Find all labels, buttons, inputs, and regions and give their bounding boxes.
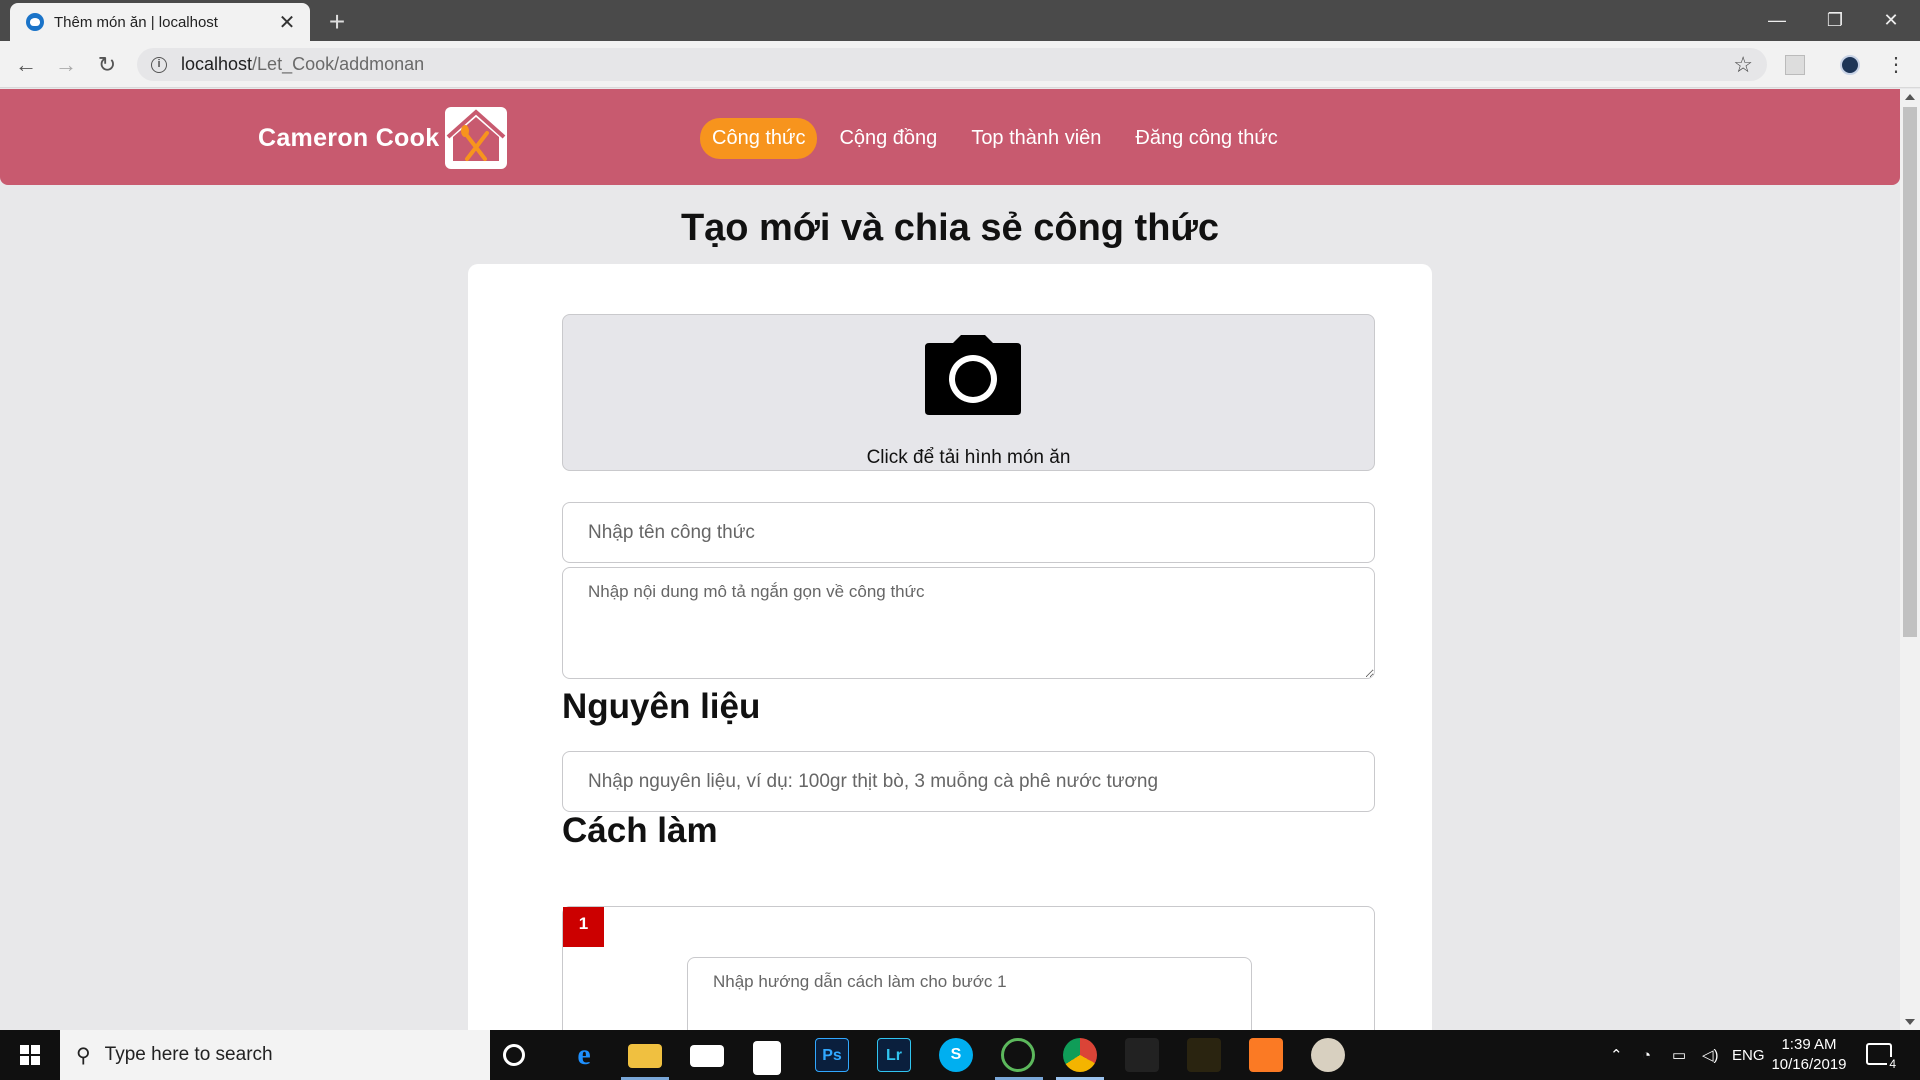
url-path: /Let_Cook/addmonan (252, 54, 425, 74)
battery-icon[interactable]: ▭ (1672, 1030, 1686, 1080)
recipe-name-input[interactable] (562, 502, 1375, 563)
page-scrollbar[interactable] (1900, 89, 1920, 1030)
mail-icon[interactable] (690, 1045, 724, 1067)
tab-title: Thêm món ăn | localhost (54, 13, 218, 31)
browser-tabstrip: Thêm món ăn | localhost ✕ + — ❐ ✕ (0, 0, 1920, 41)
scrollbar-thumb[interactable] (1903, 107, 1917, 637)
scroll-down-arrow-icon[interactable] (1905, 1019, 1915, 1025)
taskbar-search-placeholder: Type here to search (104, 1044, 273, 1065)
show-hidden-icons[interactable]: ⌃ (1610, 1030, 1623, 1080)
recipe-description-textarea[interactable] (562, 567, 1375, 679)
site-header: Cameron Cook Công thức Cộng đồng Top thà… (0, 89, 1900, 185)
brand-name: Cameron Cook (258, 123, 440, 152)
house-fork-spoon-logo-icon (445, 107, 508, 169)
notification-center-icon[interactable]: 4 (1866, 1043, 1898, 1071)
system-clock[interactable]: 1:39 AM 10/16/2019 (1760, 1035, 1858, 1075)
cortana-icon[interactable] (503, 1044, 525, 1066)
url-host: localhost (181, 54, 253, 74)
windows-taskbar: ⚲ Type here to search e Ps Lr S ⌃ ◔ ▭ ◁)… (0, 1030, 1920, 1080)
new-tab-button[interactable]: + (322, 6, 352, 38)
page-title: Tạo mới và chia sẻ công thức (680, 207, 1220, 249)
browser-tab-active[interactable]: Thêm món ăn | localhost ✕ (10, 3, 310, 41)
image-upload-area[interactable]: Click để tải hình món ăn (562, 314, 1375, 471)
profile-avatar[interactable] (1840, 55, 1860, 75)
bookmark-star-icon[interactable]: ☆ (1733, 52, 1753, 78)
chrome-icon[interactable] (1063, 1038, 1097, 1072)
upload-label: Click để tải hình món ăn (866, 447, 1071, 468)
recipe-form-card: Click để tải hình món ăn Nguyên liệu Các… (468, 264, 1432, 1030)
scroll-up-arrow-icon[interactable] (1905, 94, 1915, 100)
brand[interactable]: Cameron Cook (258, 107, 508, 169)
skype-icon[interactable]: S (939, 1038, 973, 1072)
file-explorer-icon[interactable] (628, 1044, 662, 1068)
page-viewport: Cameron Cook Công thức Cộng đồng Top thà… (0, 89, 1900, 1030)
window-minimize-button[interactable]: — (1748, 0, 1806, 41)
league-icon[interactable] (1187, 1038, 1221, 1072)
ingredients-heading: Nguyên liệu (562, 687, 761, 726)
camera-icon (923, 335, 1023, 420)
back-arrow-icon[interactable]: ← (12, 51, 40, 79)
step-card: 1 (562, 906, 1375, 1030)
ingredients-input[interactable] (562, 751, 1375, 812)
volume-icon[interactable]: ◁) (1702, 1030, 1719, 1080)
windows-logo-icon (20, 1045, 40, 1065)
forward-arrow-icon[interactable]: → (52, 51, 80, 79)
photoshop-icon[interactable]: Ps (815, 1038, 849, 1072)
drupal-favicon-icon (26, 13, 44, 31)
nav-cong-thuc[interactable]: Công thức (700, 118, 818, 159)
lightroom-icon[interactable]: Lr (877, 1038, 911, 1072)
taskbar-search[interactable]: ⚲ Type here to search (60, 1030, 490, 1080)
address-bar[interactable]: i localhost/Let_Cook/addmonan ☆ (137, 48, 1767, 81)
xampp-icon[interactable] (1249, 1038, 1283, 1072)
window-close-button[interactable]: ✕ (1862, 0, 1920, 41)
nav-cong-dong[interactable]: Cộng đồng (827, 118, 949, 159)
coccoc-icon[interactable] (1001, 1038, 1035, 1072)
search-icon: ⚲ (76, 1044, 91, 1067)
edge-icon[interactable]: e (567, 1038, 601, 1072)
store-icon[interactable] (753, 1041, 781, 1075)
steps-heading: Cách làm (562, 811, 718, 850)
nav-dang-cong-thuc[interactable]: Đăng công thức (1123, 118, 1289, 159)
clock-time: 1:39 AM (1781, 1036, 1837, 1053)
window-restore-button[interactable]: ❐ (1806, 0, 1864, 41)
start-button[interactable] (0, 1030, 60, 1080)
reload-icon[interactable]: ↻ (93, 51, 121, 79)
browser-menu-icon[interactable]: ⋮ (1886, 55, 1906, 75)
extension-icon[interactable] (1785, 55, 1805, 75)
step-number-badge: 1 (563, 907, 604, 947)
network-icon[interactable]: ◔ (1642, 1030, 1651, 1080)
site-info-icon[interactable]: i (151, 56, 167, 73)
clock-date: 10/16/2019 (1771, 1056, 1847, 1073)
paint-icon[interactable] (1311, 1038, 1345, 1072)
notification-count: 4 (1887, 1057, 1898, 1071)
nav-top-thanh-vien[interactable]: Top thành viên (959, 118, 1113, 159)
browser-toolbar: ← → ↻ i localhost/Let_Cook/addmonan ☆ ⋮ (0, 41, 1920, 88)
tab-close-icon[interactable]: ✕ (276, 10, 298, 35)
step-instruction-textarea[interactable] (687, 957, 1252, 1030)
garena-icon[interactable] (1125, 1038, 1159, 1072)
main-nav: Công thức Cộng đồng Top thành viên Đăng … (700, 118, 1290, 159)
